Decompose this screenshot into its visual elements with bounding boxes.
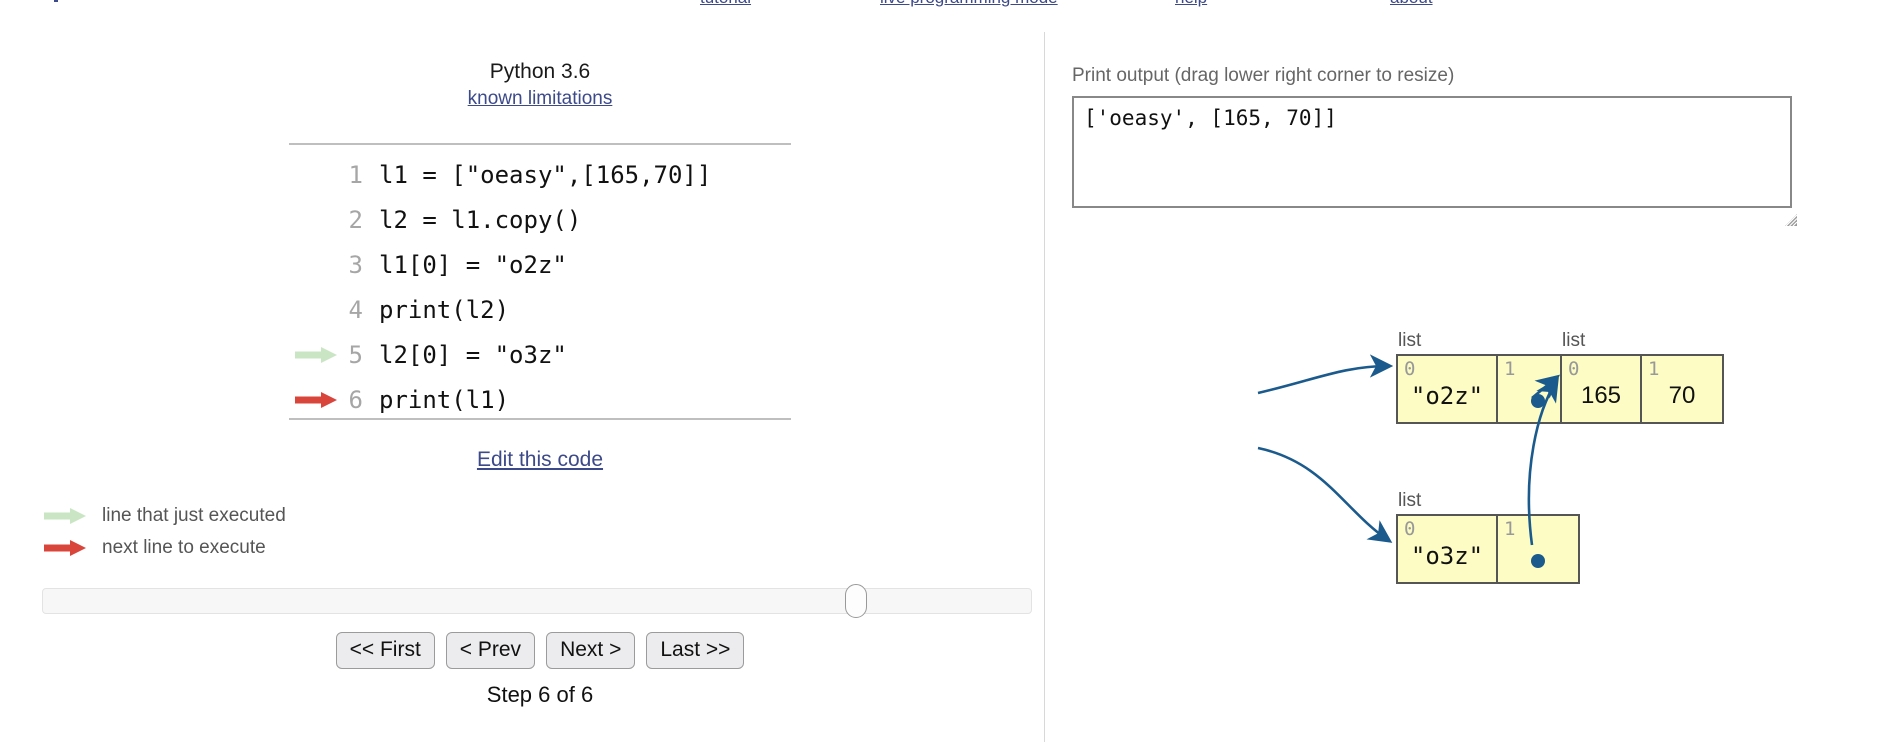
line-number: 6	[348, 385, 363, 414]
heap-index-list2-0: 0	[1568, 358, 1580, 380]
line-number: 4	[348, 295, 363, 324]
heap-index-list3-1: 1	[1504, 518, 1516, 540]
heap-object-list3: list 0 "o3z" 1	[1396, 490, 1580, 584]
resize-grip-icon[interactable]	[1782, 213, 1798, 227]
line-number: 3	[348, 250, 363, 279]
code-arrow-slot	[289, 287, 341, 332]
code-line-1: 1 l1 = ["oeasy",[165,70]]	[289, 152, 791, 197]
arrow-legend: line that just executed next line to exe…	[44, 500, 286, 564]
code-listing: 1 l1 = ["oeasy",[165,70]] 2 l2 = l1.copy() 3…	[289, 152, 791, 422]
heap-cell-list1-0: 0 "o2z"	[1398, 356, 1498, 422]
python-tutor-page: tutorial live programming mode help abou…	[0, 0, 1886, 742]
line-code-text: l1[0] = "o2z"	[379, 250, 567, 279]
heap-value-list2-0: 165	[1580, 382, 1622, 409]
executed-arrow-icon	[289, 332, 341, 377]
edit-code-wrap: Edit this code	[290, 448, 790, 472]
slider-handle[interactable]	[845, 584, 868, 618]
next-line-arrow-icon	[44, 538, 88, 558]
heap-cell-list3-1: 1	[1498, 516, 1578, 582]
heap-object-list2: list 0 165 1 70	[1560, 330, 1724, 424]
heap-cell-list2-1: 1 70	[1642, 356, 1722, 422]
heap-pointer-dot-list1-1	[1531, 394, 1545, 408]
line-code-text: print(l1)	[379, 385, 510, 414]
heap-value-list1-0: "o2z"	[1410, 382, 1484, 410]
line-number: 2	[348, 205, 363, 234]
heap-cells-list2: 0 165 1 70	[1560, 354, 1724, 424]
heap-cells-list3: 0 "o3z" 1	[1396, 514, 1580, 584]
step-indicator: Step 6 of 6	[486, 682, 594, 707]
line-number: 5	[348, 340, 363, 369]
step-controls: << First < Prev Next > Last >>	[290, 632, 790, 670]
heap-index-list1-0: 0	[1404, 358, 1416, 380]
heap-type-label-list1: list	[1398, 330, 1422, 351]
code-bottom-rule	[289, 418, 791, 420]
code-line-2: 2 l2 = l1.copy()	[289, 197, 791, 242]
legend-label-executed: line that just executed	[102, 505, 286, 526]
line-code-text: l1 = ["oeasy",[165,70]]	[379, 160, 712, 189]
edit-this-code-link[interactable]: Edit this code	[477, 448, 603, 471]
heap-cell-list3-0: 0 "o3z"	[1398, 516, 1498, 582]
line-code-text: l2[0] = "o3z"	[379, 340, 567, 369]
line-code-text: print(l2)	[379, 295, 510, 324]
legend-row-executed: line that just executed	[44, 500, 286, 532]
heap-cells-list1: 0 "o2z" 1	[1396, 354, 1580, 424]
executed-arrow-icon	[44, 506, 88, 526]
code-arrow-slot	[289, 242, 341, 287]
line-number: 1	[348, 160, 363, 189]
heap-object-list1: list 0 "o2z" 1	[1396, 330, 1580, 424]
legend-label-next: next line to execute	[102, 537, 266, 558]
code-line-6: 6 print(l1)	[289, 377, 791, 422]
code-line-4: 4 print(l2)	[289, 287, 791, 332]
python-version-label: Python 3.6	[489, 60, 591, 83]
heap-cell-list2-0: 0 165	[1562, 356, 1642, 422]
heap-value-list3-0: "o3z"	[1410, 542, 1484, 570]
legend-row-next: next line to execute	[44, 532, 286, 564]
first-button[interactable]: << First	[335, 632, 435, 670]
known-limitations-link[interactable]: known limitations	[468, 88, 613, 109]
execution-slider[interactable]	[42, 584, 1032, 618]
code-line-3: 3 l1[0] = "o2z"	[289, 242, 791, 287]
next-button[interactable]: Next >	[546, 632, 636, 670]
heap-type-label-list2: list	[1562, 330, 1586, 351]
heap-index-list3-0: 0	[1404, 518, 1416, 540]
heap-pointer-dot-list3-1	[1531, 554, 1545, 568]
last-button[interactable]: Last >>	[646, 632, 745, 670]
prev-button[interactable]: < Prev	[445, 632, 536, 670]
code-top-rule	[289, 143, 791, 145]
known-limitations-wrap: known limitations	[290, 88, 790, 110]
code-pane: Python 3.6 known limitations 1 l1 = ["oea…	[0, 0, 1044, 742]
print-output-label: Print output (drag lower right corner to…	[1072, 65, 1455, 86]
visualization-pane: Print output (drag lower right corner to…	[1044, 0, 1886, 742]
heap-value-list2-1: 70	[1668, 382, 1696, 409]
heap-index-list1-1: 1	[1504, 358, 1516, 380]
code-arrow-slot	[289, 197, 341, 242]
next-line-arrow-icon	[289, 377, 341, 422]
code-line-5: 5 l2[0] = "o3z"	[289, 332, 791, 377]
print-output-textarea[interactable]: ['oeasy', [165, 70]]	[1072, 96, 1792, 208]
heap-type-label-list3: list	[1398, 490, 1422, 511]
slider-track[interactable]	[42, 588, 1032, 614]
code-arrow-slot	[289, 152, 341, 197]
heap-index-list2-1: 1	[1648, 358, 1660, 380]
line-code-text: l2 = l1.copy()	[379, 205, 582, 234]
